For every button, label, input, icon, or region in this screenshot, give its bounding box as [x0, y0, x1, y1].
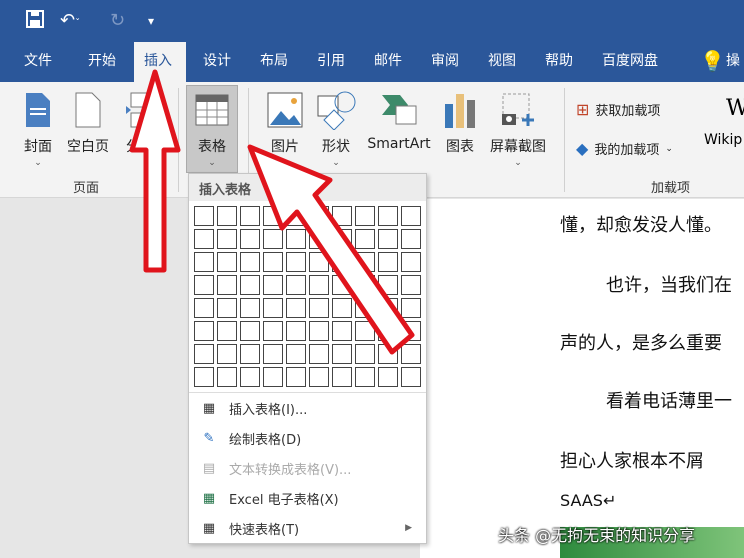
red-arrows-annotation [129, 69, 415, 355]
red-arrow-diagonal [247, 144, 415, 355]
red-arrow-up [129, 69, 181, 273]
